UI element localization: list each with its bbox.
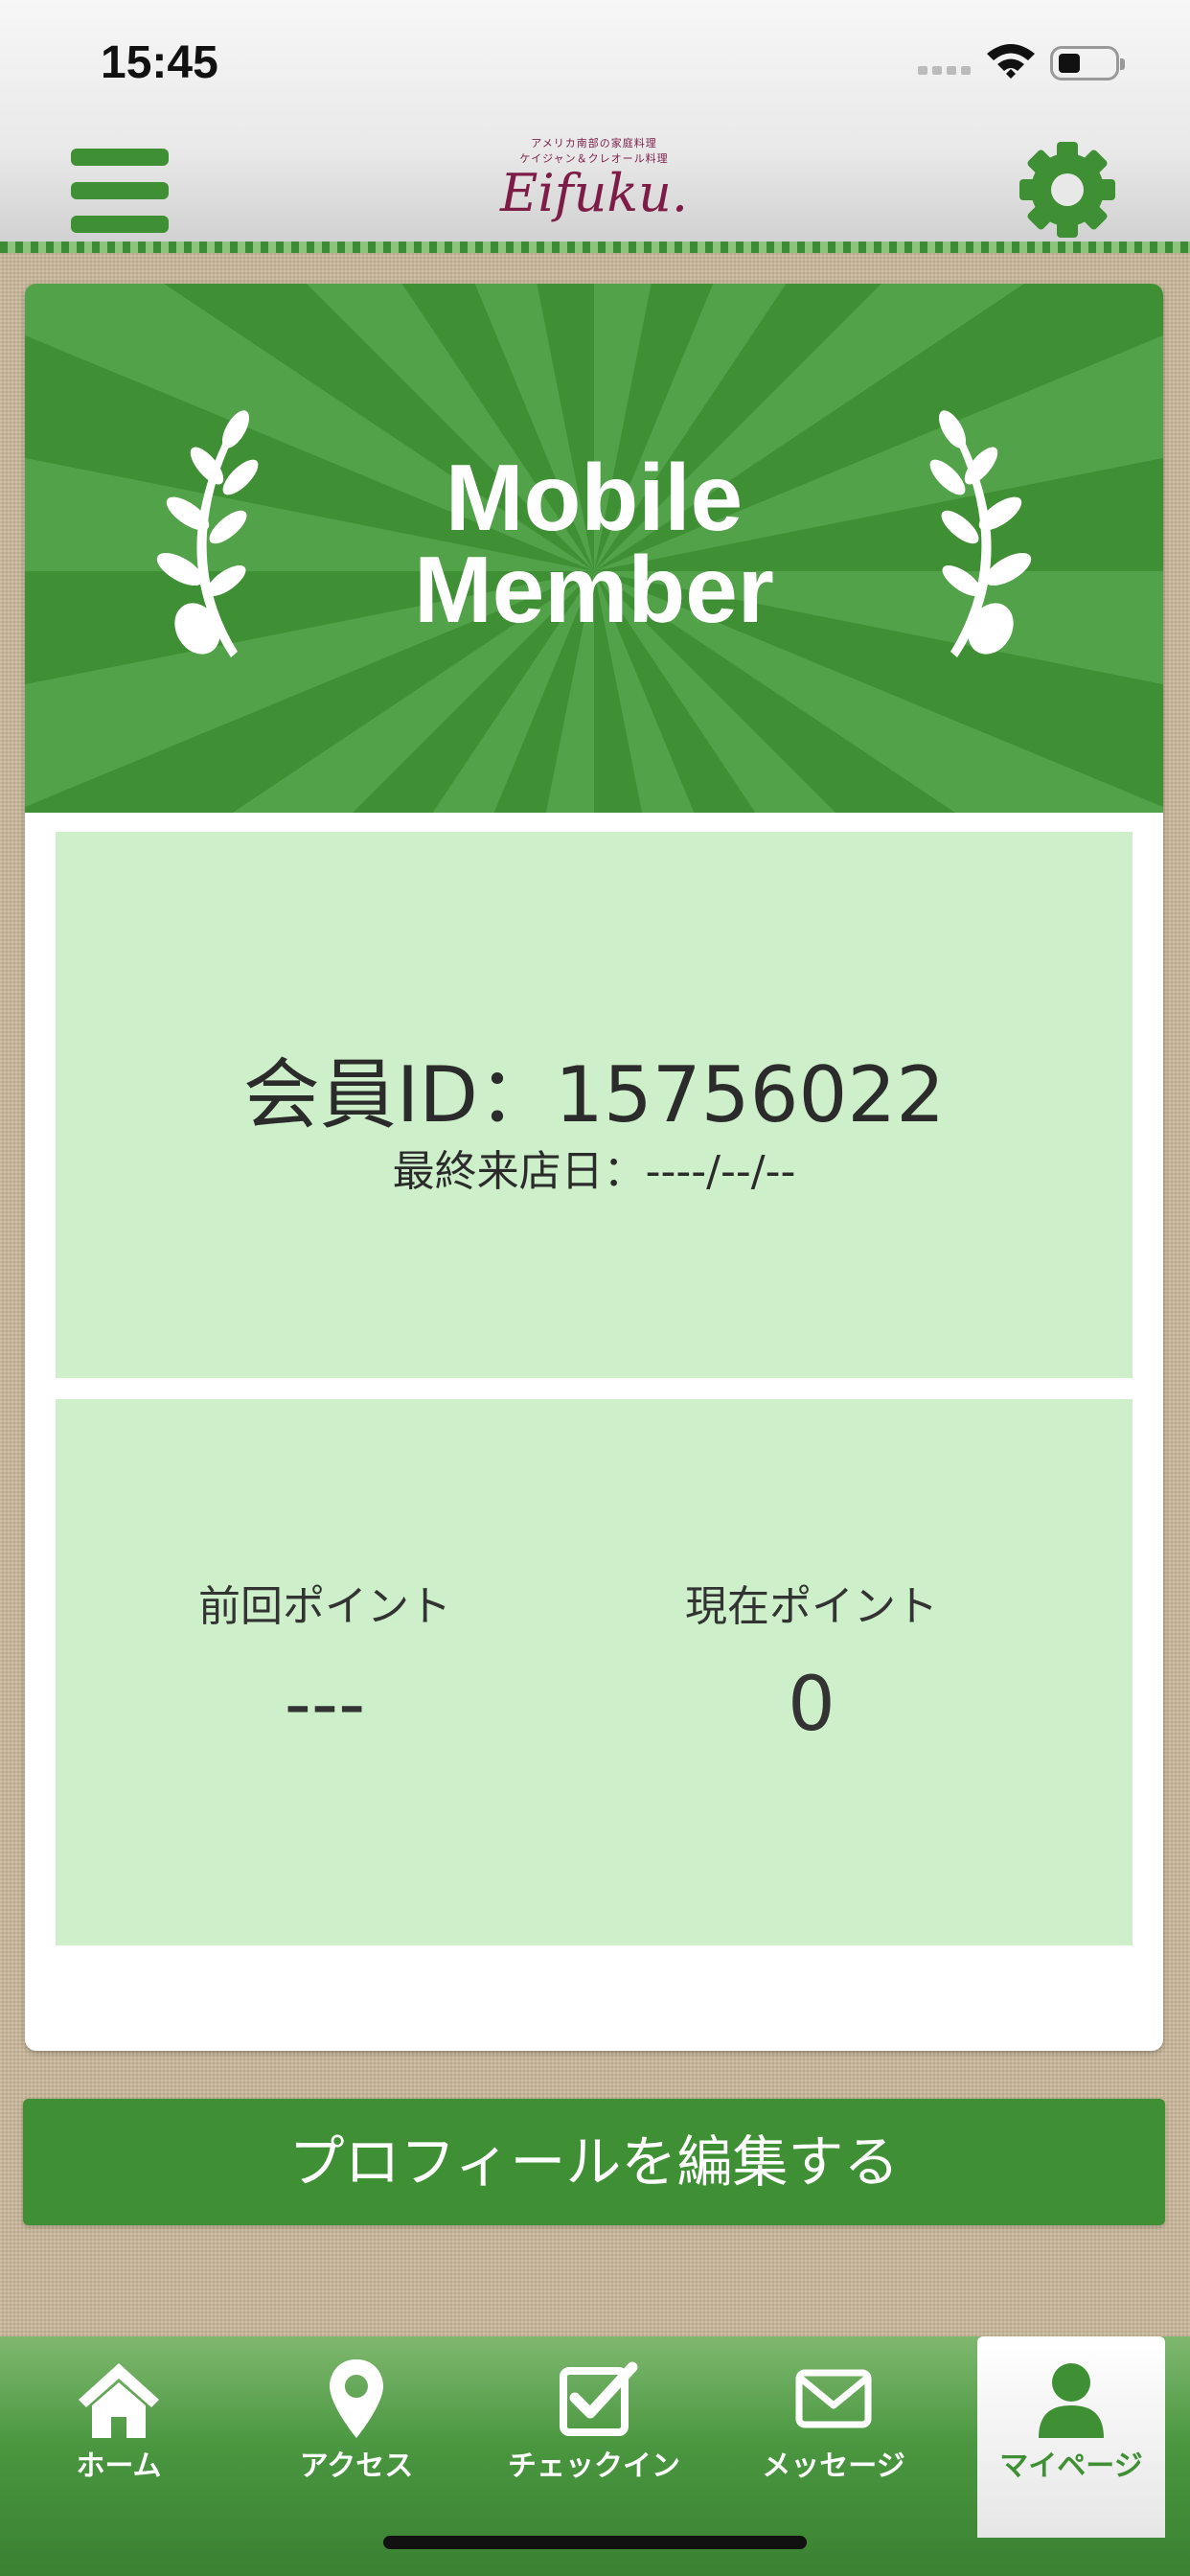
edit-profile-button[interactable]: プロフィールを編集する [23,2099,1165,2225]
home-icon [79,2363,159,2438]
user-icon [1039,2363,1104,2438]
map-pin-icon [330,2359,383,2438]
previous-points-value: --- [284,1662,366,1748]
battery-icon [1050,46,1125,80]
member-card: Mobile Member 会員ID：15756022 最終来店日：----/-… [25,284,1163,2051]
gear-icon [1019,142,1115,238]
tab-checkin-label: チェックイン [508,2450,680,2483]
status-time: 15:45 [101,37,218,88]
banner-title-line2: Member [414,537,774,642]
checkin-icon [560,2361,638,2436]
logo-tagline-1: アメリカ南部の家庭料理 [531,137,657,150]
tab-message[interactable]: メッセージ [715,2336,952,2538]
points-panel: 前回ポイント --- 現在ポイント 0 [56,1399,1133,1945]
current-points-value: 0 [788,1662,835,1748]
tab-checkin[interactable]: チェックイン [475,2336,713,2538]
banner-title-line1: Mobile [445,445,744,550]
header-stripe [0,242,1190,253]
member-info-panel: 会員ID：15756022 最終来店日：----/--/-- [56,832,1133,1378]
settings-button[interactable] [1018,140,1117,240]
message-icon [795,2369,872,2428]
menu-button[interactable] [71,149,169,233]
tab-home-label: ホーム [76,2450,162,2483]
status-bar: 15:45 [0,0,1190,134]
tab-mypage-label: マイページ [999,2450,1143,2483]
current-points: 現在ポイント 0 [542,1572,1081,1748]
wifi-icon [987,44,1035,79]
previous-points: 前回ポイント --- [56,1572,594,1748]
tab-message-label: メッセージ [762,2450,905,2483]
tab-access[interactable]: アクセス [238,2336,475,2538]
logo-text: Eifuku. [499,163,689,223]
logo: アメリカ南部の家庭料理 ケイジャン＆クレオール料理 Eifuku. [498,136,690,220]
tab-mypage[interactable]: マイページ [977,2336,1165,2538]
tab-home[interactable]: ホーム [0,2336,238,2538]
member-id: 会員ID：15756022 [242,1050,946,1139]
last-visit-date: 最終来店日：----/--/-- [392,1147,796,1196]
previous-points-label: 前回ポイント [198,1582,451,1631]
tab-access-label: アクセス [299,2450,414,2483]
banner-title: Mobile Member [25,445,1163,642]
home-indicator [383,2536,807,2549]
mobile-member-banner: Mobile Member [25,284,1163,813]
current-points-label: 現在ポイント [685,1582,938,1631]
signal-icon [918,66,971,75]
